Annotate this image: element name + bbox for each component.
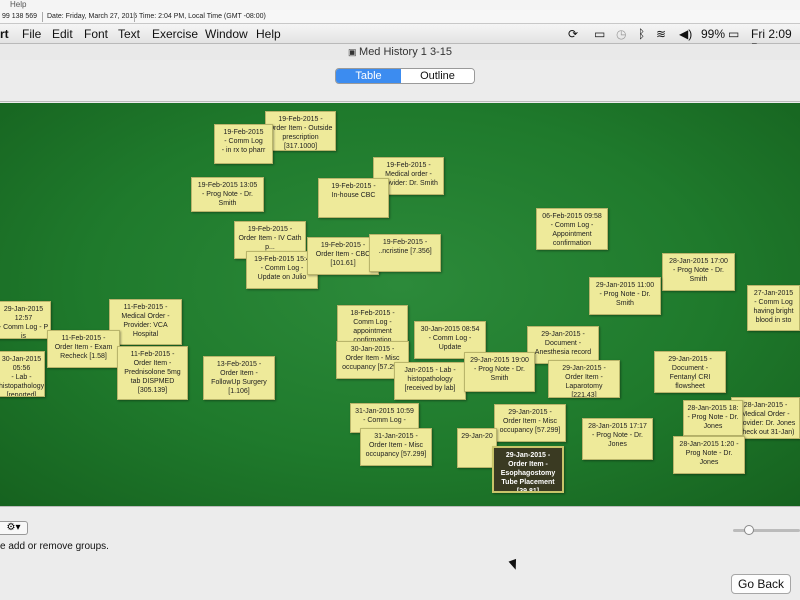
notes-board: 19-Feb-2015 - Order Item - Outside presc…	[0, 103, 800, 506]
note-card[interactable]: 19-Feb-2015 - Comm Log - in rx to pharr	[214, 124, 273, 164]
note-card[interactable]: 28-Jan-2015 1:20 - Prog Note - Dr. Jones	[673, 436, 745, 474]
note-card[interactable]: 19-Feb-2015 - In-house CBC	[318, 178, 389, 218]
view-segmented-control: Table View Outline View	[335, 68, 475, 84]
info-bar: 99 138 569 Date: Friday, March 27, 2015 …	[0, 10, 800, 24]
bluetooth-icon[interactable]: ᛒ	[638, 27, 645, 41]
gear-menu-button[interactable]: ⚙▾	[0, 521, 28, 535]
note-card[interactable]: 28-Jan-2015 17:00 - Prog Note - Dr. Smit…	[662, 253, 735, 291]
note-card[interactable]: 29-Jan-2015 - Order Item - Laparotomy [2…	[548, 360, 620, 398]
note-card[interactable]: 11-Feb-2015 - Order Item - Exam Recheck …	[47, 330, 120, 368]
note-card[interactable]: 06-Feb-2015 09:58 - Comm Log - Appointme…	[536, 208, 608, 250]
note-card[interactable]: 19-Feb-2015 - Order Item - Outside presc…	[265, 111, 336, 151]
note-card[interactable]: 30-Jan-2015 05:56 - Lab - histopathology…	[0, 351, 45, 397]
divider	[134, 12, 135, 22]
help-menu-label[interactable]: Help	[10, 0, 26, 9]
wifi-icon[interactable]: ≋	[656, 27, 666, 41]
menu-help[interactable]: Help	[256, 27, 281, 41]
account-number: 99 138 569	[2, 13, 38, 20]
note-card-selected[interactable]: 29-Jan-2015 - Order Item - Esophagostomy…	[492, 446, 564, 493]
document-icon: ▣	[348, 47, 360, 57]
time-machine-icon[interactable]: ◷	[616, 27, 626, 41]
note-card[interactable]: 29-Jan-2015 - Order Item - Misc occupanc…	[494, 404, 566, 442]
display-icon[interactable]: ▭	[594, 27, 605, 41]
zoom-slider-thumb[interactable]	[744, 525, 754, 535]
battery-percent[interactable]: 99%	[701, 27, 725, 41]
menu-file[interactable]: File	[22, 27, 41, 41]
menu-exercise[interactable]: Exercise	[152, 27, 198, 41]
note-card[interactable]: 29-Jan-20	[457, 428, 497, 468]
date-field: Date: Friday, March 27, 2015	[47, 13, 138, 20]
note-card[interactable]: 31-Jan-2015 - Order Item - Misc occupanc…	[360, 428, 432, 466]
menu-text[interactable]: Text	[118, 27, 140, 41]
note-card[interactable]: 19-Feb-2015 13:05 - Prog Note - Dr. Smit…	[191, 177, 264, 212]
groups-hint-text: e add or remove groups.	[0, 541, 109, 552]
tab-table-view[interactable]: Table View	[336, 69, 401, 83]
note-card[interactable]: Jan-2015 - Lab - histopathology [receive…	[394, 362, 466, 400]
go-back-button[interactable]: Go Back	[731, 574, 791, 594]
note-card[interactable]: 27-Jan-2015 - Comm Log having bright blo…	[747, 285, 800, 331]
menu-window[interactable]: Window	[205, 27, 248, 41]
note-card[interactable]: 29-Jan-2015 - Document - Anesthesia reco…	[527, 326, 599, 364]
menu-edit[interactable]: Edit	[52, 27, 73, 41]
menu-app[interactable]: rt	[0, 27, 9, 41]
time-field: Time: 2:04 PM, Local Time (GMT -08:00)	[139, 13, 266, 20]
menu-bar: rt File Edit Font Text Exercise Window H…	[0, 24, 800, 55]
bottom-bar: ⚙▾ e add or remove groups. Go Back	[0, 506, 800, 600]
note-card[interactable]: 13-Feb-2015 - Order Item - FollowUp Surg…	[203, 356, 275, 400]
sync-icon[interactable]: ⟳	[568, 27, 578, 41]
note-card[interactable]: 28-Jan-2015 18: - Prog Note - Dr. Jones	[683, 400, 743, 436]
note-card[interactable]: 29-Jan-2015 - Document - Fentanyl CRI fl…	[654, 351, 726, 393]
note-card[interactable]: 29-Jan-2015 12:57 - Comm Log - P is not …	[0, 301, 51, 339]
note-card[interactable]: 29-Jan-2015 11:00 - Prog Note - Dr. Smit…	[589, 277, 661, 315]
window-titlebar: ▣ Med History 1 3-15	[0, 44, 800, 60]
tab-outline-view[interactable]: Outline View	[401, 69, 474, 83]
note-card[interactable]: 11-Feb-2015 - Order Item - Prednisolone …	[117, 346, 188, 400]
note-card[interactable]: 19-Feb-2015 - ..ncristine [7.356]	[369, 234, 441, 272]
note-card[interactable]: 29-Jan-2015 19:00 - Prog Note - Dr. Smit…	[464, 352, 535, 392]
menu-font[interactable]: Font	[84, 27, 108, 41]
note-card[interactable]: 28-Jan-2015 17:17 - Prog Note - Dr. Jone…	[582, 418, 653, 460]
top-strip: Help	[0, 0, 800, 10]
volume-icon[interactable]: ◀)	[679, 27, 692, 41]
toolbar: Table View Outline View	[0, 60, 800, 102]
window-title: Med History 1 3-15	[359, 46, 452, 58]
battery-icon[interactable]: ▭	[728, 27, 739, 41]
divider	[42, 12, 43, 22]
